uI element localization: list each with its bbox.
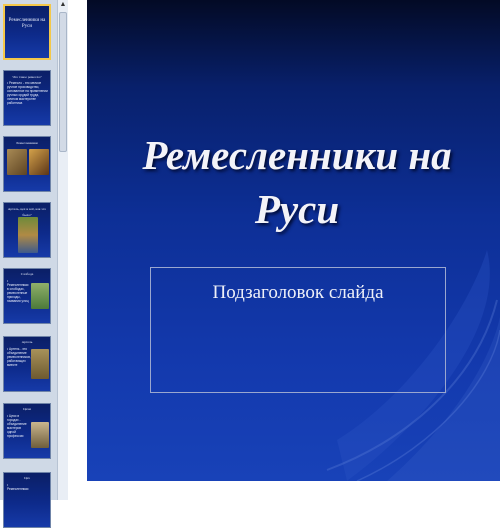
- slide-bottom-margin: [87, 481, 500, 500]
- thumbnail-text: • Ремесло - это мелкое ручное производст…: [7, 81, 48, 105]
- thumbnail-text: • Цехи в городах - объединение мастеров …: [7, 414, 27, 438]
- slide-canvas[interactable]: Ремесленники на Руси Подзаголовок слайда: [87, 0, 500, 481]
- thumbnail-image: [29, 149, 49, 175]
- thumbnail-text: • Ремесленники в слободах, ремесленные п…: [7, 279, 29, 303]
- thumbnail-image: [7, 149, 27, 175]
- thumbnail-title: Ремесленники на Руси: [8, 18, 46, 29]
- thumbnail-title: Слобода: [20, 272, 34, 276]
- slide-thumbnail-1[interactable]: Ремесленники на Руси: [3, 4, 51, 60]
- slide-thumbnail-3[interactable]: Ремесленники: [3, 136, 51, 192]
- thumbnail-title: Цех: [24, 476, 30, 480]
- slide-thumbnail-5[interactable]: Слобода • Ремесленники в слободах, ремес…: [3, 268, 51, 324]
- thumbnail-text: • Ремесленники: [7, 483, 29, 491]
- thumbnail-image: [31, 349, 49, 379]
- slide-thumbnail-8[interactable]: Цех • Ремесленники: [3, 472, 51, 528]
- slide-title[interactable]: Ремесленники на Руси: [117, 128, 477, 236]
- slide-thumbnail-2[interactable]: Что такое ремесло? • Ремесло - это мелко…: [3, 70, 51, 126]
- thumbnail-image: [31, 422, 49, 448]
- scrollbar-thumb[interactable]: [59, 12, 67, 152]
- scroll-up-arrow-icon[interactable]: ▲: [58, 0, 68, 10]
- thumbnail-image: [18, 217, 38, 253]
- thumbnail-title: Что такое ремесло?: [12, 75, 42, 79]
- background-swirl-decoration: [326, 250, 500, 481]
- thumbnail-title: Цехи: [23, 407, 31, 411]
- thumbnail-scrollbar[interactable]: ▲: [57, 0, 68, 500]
- thumbnail-text: • Артель - это объединение ремесленников…: [7, 347, 31, 367]
- thumbnail-title: Артель: [21, 340, 33, 344]
- slide-subtitle: Подзаголовок слайда: [212, 282, 384, 303]
- subtitle-placeholder[interactable]: Подзаголовок слайда: [150, 267, 446, 393]
- thumbnail-image: [31, 283, 49, 309]
- slide-thumbnail-7[interactable]: Цехи • Цехи в городах - объединение маст…: [3, 403, 51, 459]
- slide-thumbnail-6[interactable]: Артель • Артель - это объединение ремесл…: [3, 336, 51, 392]
- thumbnail-title: Ремесленники: [16, 141, 38, 145]
- slide-thumbnail-4[interactable]: Артель, цех и всё, как это было?: [3, 202, 51, 258]
- slide-thumbnail-pane: Ремесленники на Руси Что такое ремесло? …: [0, 0, 68, 528]
